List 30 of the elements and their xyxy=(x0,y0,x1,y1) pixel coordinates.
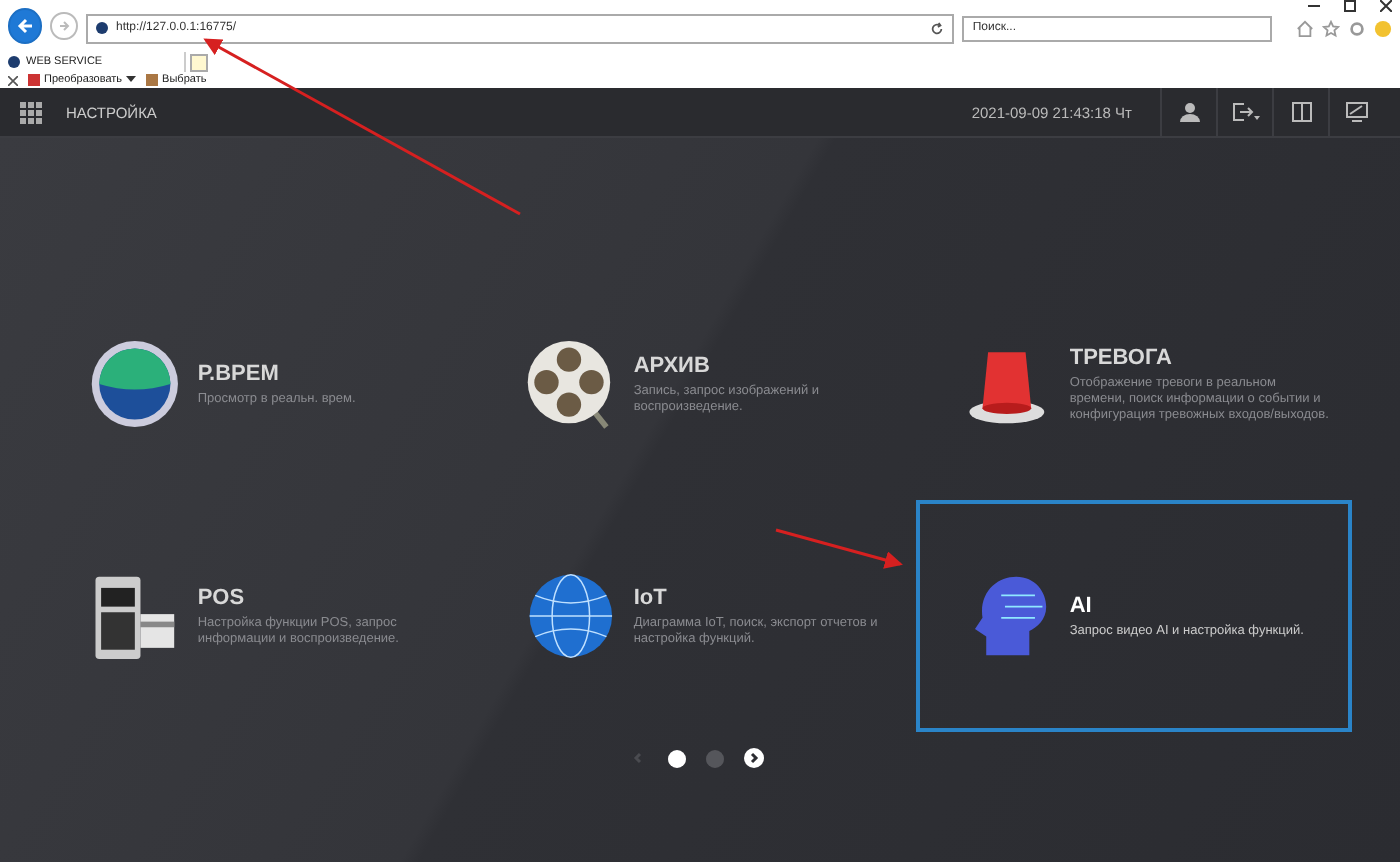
back-arrow-icon xyxy=(15,16,36,36)
annotation-arrow xyxy=(775,528,903,569)
close-icon[interactable] xyxy=(8,75,18,85)
close-icon[interactable] xyxy=(1380,0,1392,12)
page-dot[interactable] xyxy=(668,749,686,767)
tile-title: ТРЕВОГА xyxy=(1069,345,1174,369)
favorite-icon xyxy=(28,74,40,86)
back-button[interactable] xyxy=(8,8,43,44)
tile-title: Р.ВРЕМ xyxy=(197,361,281,385)
layout-icon xyxy=(1291,102,1311,122)
monitor-icon xyxy=(1346,102,1368,122)
chevron-right-icon xyxy=(748,752,760,764)
chevron-left-icon xyxy=(632,752,644,764)
maximize-icon[interactable] xyxy=(1344,0,1356,12)
caret-icon xyxy=(126,76,137,84)
grid-menu-icon[interactable] xyxy=(20,101,42,123)
favorite-icon xyxy=(146,74,159,86)
home-icon[interactable] xyxy=(1296,19,1315,37)
next-page-button[interactable] xyxy=(744,748,764,768)
logout-icon xyxy=(1231,102,1259,122)
star-icon[interactable] xyxy=(1322,19,1341,37)
page-dot[interactable] xyxy=(706,749,724,767)
forward-arrow-icon xyxy=(56,18,73,34)
minimize-icon[interactable] xyxy=(1308,0,1320,12)
tile-title: POS xyxy=(197,585,247,609)
refresh-icon[interactable] xyxy=(930,21,945,35)
tile-title: AI xyxy=(1069,593,1094,617)
user-icon xyxy=(1179,102,1199,122)
tile-title: IoT xyxy=(633,585,669,609)
tile-title: АРХИВ xyxy=(633,353,712,377)
